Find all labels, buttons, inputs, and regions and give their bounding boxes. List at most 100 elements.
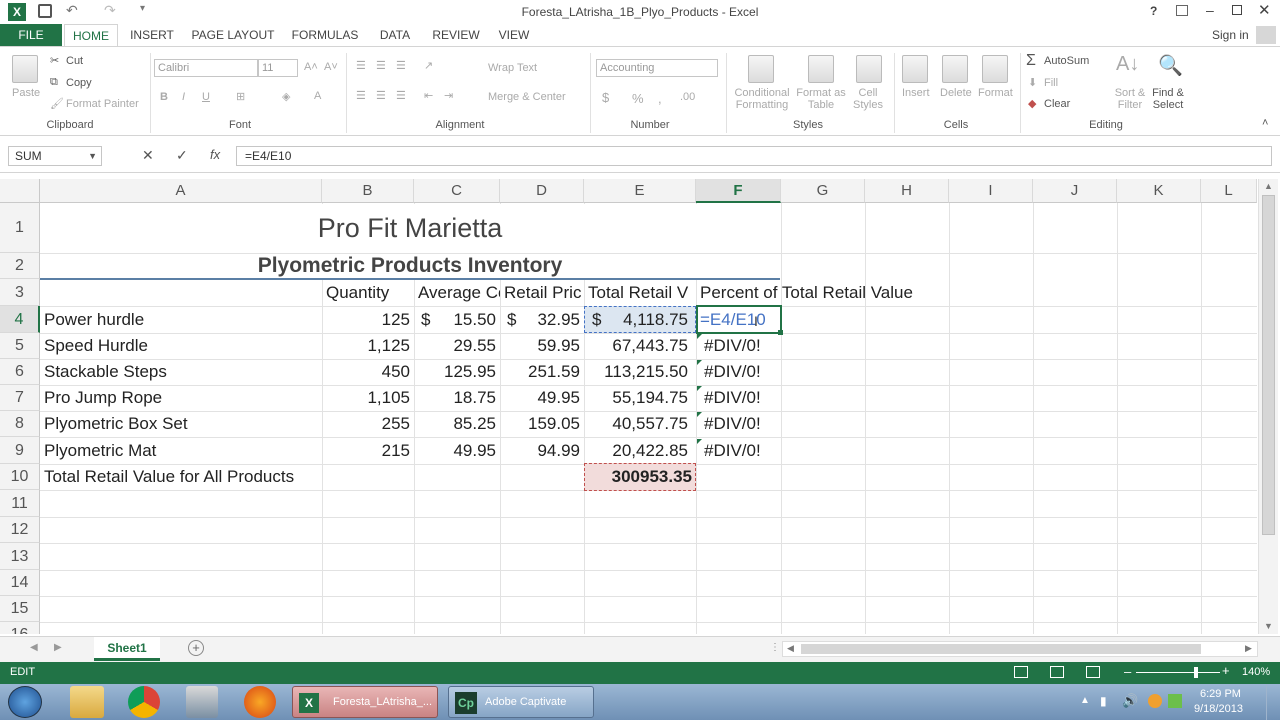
row-header-5[interactable]: 5 <box>0 333 40 359</box>
clock-date[interactable]: 9/18/2013 <box>1194 703 1243 715</box>
close-icon[interactable]: ✕ <box>1258 1 1271 19</box>
item-tot[interactable]: 55,194.75 <box>584 385 692 411</box>
item-ret[interactable]: 32.95 <box>500 307 584 333</box>
zoom-slider-thumb[interactable] <box>1194 667 1198 678</box>
tab-file[interactable]: FILE <box>0 24 62 46</box>
header-retail-price[interactable]: Retail Pric <box>500 280 584 306</box>
col-header-g[interactable]: G <box>781 179 865 203</box>
format-painter-button[interactable]: Format Painter <box>66 98 139 110</box>
row-header-6[interactable]: 6 <box>0 359 40 385</box>
row-header-4[interactable]: 4 <box>0 306 40 333</box>
clear-icon[interactable]: ◆ <box>1028 97 1036 110</box>
row-header-2[interactable]: 2 <box>0 253 40 279</box>
align-right-icon[interactable]: ☰ <box>396 89 406 102</box>
tab-page-layout[interactable]: PAGE LAYOUT <box>188 24 278 46</box>
sheet-subtitle[interactable]: Plyometric Products Inventory <box>40 253 780 279</box>
col-header-h[interactable]: H <box>865 179 949 203</box>
item-ret[interactable]: 251.59 <box>500 359 584 385</box>
insert-cells-button[interactable]: Insert <box>902 87 930 99</box>
row-header-1[interactable]: 1 <box>0 203 40 253</box>
delete-cells-icon[interactable] <box>942 55 968 83</box>
tray-app2-icon[interactable] <box>1168 694 1182 708</box>
shield-app-icon[interactable] <box>186 686 218 718</box>
scroll-right-icon[interactable]: ▶ <box>1245 643 1252 654</box>
item-pct[interactable]: #DIV/0! <box>700 385 765 411</box>
zoom-out-icon[interactable]: – <box>1124 664 1131 679</box>
sheet-options-icon[interactable]: ⋮ <box>770 642 780 653</box>
top-align-icon[interactable]: ☰ <box>356 59 366 72</box>
autosum-icon[interactable]: Σ <box>1026 52 1036 70</box>
horizontal-scrollbar[interactable]: ◀ ▶ <box>782 641 1258 657</box>
col-header-e[interactable]: E <box>584 179 696 203</box>
fill-button[interactable]: Fill <box>1044 77 1058 89</box>
font-color-icon[interactable]: A <box>314 90 321 102</box>
taskbar-excel-window[interactable]: X Foresta_LAtrisha_... <box>292 686 438 718</box>
taskbar-captivate-window[interactable]: Cp Adobe Captivate <box>448 686 594 718</box>
col-header-c[interactable]: C <box>414 179 500 203</box>
wrap-text-button[interactable]: Wrap Text <box>488 62 537 74</box>
col-header-b[interactable]: B <box>322 179 414 203</box>
copy-button[interactable]: Copy <box>66 77 92 89</box>
comma-button[interactable]: , <box>658 91 662 106</box>
select-all-corner[interactable] <box>0 179 40 203</box>
orientation-icon[interactable]: ↗ <box>424 59 433 72</box>
item-ret[interactable]: 94.99 <box>500 438 584 464</box>
indent-increase-icon[interactable]: ⇥ <box>444 89 453 102</box>
item-pct[interactable]: #DIV/0! <box>700 359 765 385</box>
font-size-select[interactable]: 11 <box>258 59 298 77</box>
scroll-down-icon[interactable]: ▼ <box>1264 621 1273 631</box>
item-ret[interactable]: 159.05 <box>500 411 584 437</box>
row-header-14[interactable]: 14 <box>0 570 40 596</box>
insert-function-button[interactable]: fx <box>210 147 220 162</box>
find-select-icon[interactable]: 🔍 <box>1158 53 1183 78</box>
account-icon[interactable] <box>1256 26 1276 44</box>
row-header-15[interactable]: 15 <box>0 596 40 622</box>
fill-icon[interactable]: ⬇ <box>1028 76 1037 89</box>
item-tot[interactable]: 113,215.50 <box>584 359 692 385</box>
cut-button[interactable]: Cut <box>66 55 83 67</box>
item-avg[interactable]: 125.95 <box>414 359 500 385</box>
item-name[interactable]: Pro Jump Rope <box>40 385 166 411</box>
insert-cells-icon[interactable] <box>902 55 928 83</box>
item-avg[interactable]: 15.50 <box>414 307 500 333</box>
cancel-icon[interactable]: ✕ <box>142 147 154 164</box>
tray-app-icon[interactable] <box>1148 694 1162 708</box>
item-avg[interactable]: 18.75 <box>414 385 500 411</box>
item-name[interactable]: Speed Hurdle <box>40 333 152 359</box>
minimize-icon[interactable]: – <box>1206 2 1214 18</box>
col-header-f[interactable]: F <box>696 179 781 203</box>
collapse-ribbon-icon[interactable]: ˄ <box>1262 117 1268 129</box>
chrome-icon[interactable] <box>128 686 160 718</box>
cell-styles-icon[interactable] <box>856 55 882 83</box>
format-as-table-icon[interactable] <box>808 55 834 83</box>
enter-icon[interactable]: ✓ <box>176 147 188 164</box>
hscroll-thumb[interactable] <box>801 644 1201 654</box>
row-header-9[interactable]: 9 <box>0 437 40 464</box>
item-name[interactable]: Plyometric Mat <box>40 438 160 464</box>
tab-review[interactable]: REVIEW <box>428 24 484 46</box>
zoom-in-icon[interactable]: + <box>1222 663 1230 678</box>
zoom-level[interactable]: 140% <box>1242 666 1270 678</box>
italic-button[interactable]: I <box>182 91 185 103</box>
indent-decrease-icon[interactable]: ⇤ <box>424 89 433 102</box>
bold-button[interactable]: B <box>160 91 168 103</box>
clock-time[interactable]: 6:29 PM <box>1200 688 1241 700</box>
network-icon[interactable]: ▮ <box>1100 694 1107 708</box>
middle-align-icon[interactable]: ☰ <box>376 59 386 72</box>
row-header-11[interactable]: 11 <box>0 490 40 517</box>
row-header-12[interactable]: 12 <box>0 517 40 543</box>
item-ret[interactable]: 49.95 <box>500 385 584 411</box>
item-pct[interactable]: #DIV/0! <box>700 411 765 437</box>
vertical-scrollbar[interactable]: ▲ ▼ <box>1258 179 1278 634</box>
tab-formulas[interactable]: FORMULAS <box>288 24 362 46</box>
header-percent-total[interactable]: Percent of Total Retail Value <box>696 280 917 306</box>
underline-button[interactable]: U <box>202 91 210 103</box>
show-desktop-button[interactable] <box>1266 684 1280 720</box>
sheet-title[interactable]: Pro Fit Marietta <box>40 209 780 247</box>
sort-filter-button[interactable]: Sort & Filter <box>1112 87 1148 111</box>
format-painter-icon[interactable]: 🖌 <box>50 97 64 110</box>
autosum-button[interactable]: AutoSum <box>1044 55 1089 67</box>
col-header-d[interactable]: D <box>500 179 584 203</box>
vscroll-thumb[interactable] <box>1262 195 1275 535</box>
bottom-align-icon[interactable]: ☰ <box>396 59 406 72</box>
